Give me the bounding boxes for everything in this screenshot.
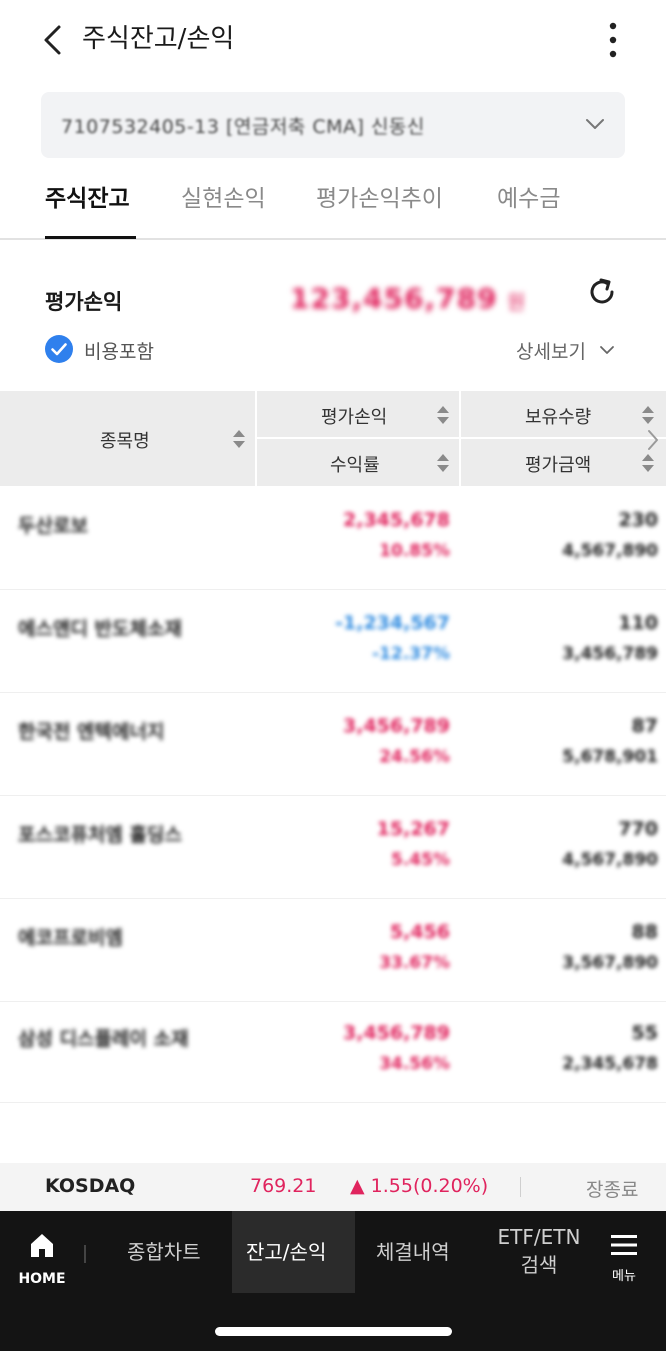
- home-icon: [31, 1234, 53, 1257]
- row-eval-amount: 3,456,789: [562, 644, 658, 664]
- chevron-down-icon: [586, 119, 604, 129]
- row-return-rate: 33.67%: [379, 953, 450, 973]
- table-row[interactable]: 두산로보 2,345,678 10.85% 230 4,567,890: [0, 487, 666, 590]
- col-eval-pl[interactable]: 평가손익: [321, 403, 387, 429]
- sort-icon[interactable]: [436, 404, 450, 426]
- nav-balance-pl[interactable]: 잔고/손익: [246, 1239, 326, 1265]
- back-arrow-icon[interactable]: [36, 22, 72, 58]
- table-header: 종목명 평가손익 수익률 보유수량 평가금액: [0, 391, 666, 486]
- sort-icon[interactable]: [436, 452, 450, 474]
- row-holding-qty: 230: [618, 509, 658, 531]
- nav-chart[interactable]: 종합차트: [127, 1239, 201, 1265]
- market-ticker[interactable]: KOSDAQ 769.21 ▲ 1.55(0.20%) 장종료: [0, 1163, 666, 1211]
- row-eval-pl: -1,234,567: [335, 612, 450, 634]
- tab-stock-balance[interactable]: 주식잔고: [45, 182, 130, 216]
- col-eval-amount[interactable]: 평가금액: [525, 451, 591, 477]
- sort-icon[interactable]: [641, 452, 655, 474]
- detail-view-link[interactable]: 상세보기: [516, 337, 586, 364]
- table-row[interactable]: 에스앤디 반도체소재 -1,234,567 -12.37% 110 3,456,…: [0, 590, 666, 693]
- nav-etf-line1: ETF/ETN: [497, 1225, 581, 1249]
- market-status: 장종료: [586, 1179, 639, 1201]
- app-header: 주식잔고/손익: [0, 0, 666, 80]
- sort-icon[interactable]: [232, 428, 246, 450]
- tab-realized-pl[interactable]: 실현손익: [181, 182, 266, 216]
- eval-pl-unit: 원: [507, 290, 526, 314]
- row-eval-pl: 2,345,678: [343, 509, 450, 531]
- nav-menu-label: 메뉴: [612, 1269, 636, 1284]
- row-eval-pl: 15,267: [376, 818, 450, 840]
- table-row[interactable]: 에코프로비엠 5,456 33.67% 88 3,567,890: [0, 899, 666, 1002]
- nav-executions[interactable]: 체결내역: [376, 1239, 450, 1265]
- row-holding-qty: 88: [631, 921, 658, 943]
- sort-icon[interactable]: [641, 404, 655, 426]
- table-row[interactable]: 포스코퓨처엠 홀딩스 15,267 5.45% 770 4,567,890: [0, 796, 666, 899]
- row-eval-pl: 5,456: [389, 921, 450, 943]
- row-return-rate: 10.85%: [379, 541, 450, 561]
- stock-name: 삼성 디스플레이 소재: [18, 1028, 189, 1050]
- active-tab-indicator: [45, 236, 136, 239]
- index-price: 769.21: [250, 1175, 317, 1197]
- stock-name: 에스앤디 반도체소재: [18, 618, 182, 640]
- nav-divider: [84, 1245, 86, 1263]
- tab-deposit[interactable]: 예수금: [497, 182, 560, 216]
- col-return-rate[interactable]: 수익률: [330, 451, 380, 477]
- stock-name: 에코프로비엠: [18, 927, 123, 949]
- more-options-icon[interactable]: [598, 20, 628, 60]
- eval-pl-value: 123,456,789: [290, 282, 498, 315]
- tab-pl-trend[interactable]: 평가손익추이: [316, 182, 443, 216]
- row-return-rate: 5.45%: [391, 850, 450, 870]
- row-eval-amount: 4,567,890: [562, 541, 658, 561]
- row-eval-pl: 3,456,789: [343, 715, 450, 737]
- chevron-down-icon: [600, 346, 614, 354]
- nav-menu-button[interactable]: 메뉴: [604, 1231, 644, 1287]
- col-holding-qty[interactable]: 보유수량: [525, 403, 591, 429]
- refresh-icon[interactable]: [586, 276, 618, 308]
- stock-name: 두산로보: [18, 515, 88, 537]
- row-holding-qty: 770: [618, 818, 658, 840]
- row-return-rate: 34.56%: [379, 1054, 450, 1074]
- account-select[interactable]: 7107532405-13 [연금저축 CMA] 신동신: [41, 92, 625, 158]
- home-indicator[interactable]: [215, 1327, 452, 1336]
- page-title: 주식잔고/손익: [82, 24, 235, 54]
- row-return-rate: -12.37%: [372, 644, 450, 664]
- row-return-rate: 24.56%: [379, 747, 450, 767]
- row-eval-amount: 2,345,678: [562, 1054, 658, 1074]
- stock-name: 포스코퓨처엠 홀딩스: [18, 824, 182, 846]
- hamburger-menu-icon: [611, 1235, 637, 1255]
- nav-etf-search[interactable]: ETF/ETN 검색: [492, 1223, 586, 1279]
- row-eval-amount: 5,678,901: [562, 747, 658, 767]
- nav-home-label: HOME: [18, 1271, 66, 1287]
- ticker-divider: [520, 1177, 521, 1197]
- index-change: ▲ 1.55(0.20%): [350, 1175, 489, 1197]
- include-cost-checkbox[interactable]: [44, 334, 74, 364]
- nav-etf-line2: 검색: [520, 1253, 558, 1277]
- index-name: KOSDAQ: [45, 1175, 136, 1197]
- col-stock-name[interactable]: 종목명: [100, 427, 150, 453]
- row-holding-qty: 55: [631, 1022, 658, 1044]
- include-cost-label[interactable]: 비용포함: [84, 337, 154, 364]
- row-eval-pl: 3,456,789: [343, 1022, 450, 1044]
- header-divider: [257, 437, 666, 439]
- stock-name: 한국전 엔텍에너지: [18, 721, 165, 743]
- eval-pl-label: 평가손익: [45, 290, 123, 314]
- row-holding-qty: 110: [618, 612, 658, 634]
- row-holding-qty: 87: [631, 715, 658, 737]
- row-eval-amount: 4,567,890: [562, 850, 658, 870]
- tab-bar: 주식잔고 실현손익 평가손익추이 예수금: [0, 168, 666, 240]
- table-row[interactable]: 삼성 디스플레이 소재 3,456,789 34.56% 55 2,345,67…: [0, 1000, 666, 1103]
- account-number: 7107532405-13 [연금저축 CMA] 신동신: [61, 116, 425, 138]
- nav-home-button[interactable]: HOME: [10, 1225, 74, 1295]
- chevron-right-icon[interactable]: [646, 428, 660, 452]
- row-eval-amount: 3,567,890: [562, 953, 658, 973]
- table-row[interactable]: 한국전 엔텍에너지 3,456,789 24.56% 87 5,678,901: [0, 693, 666, 796]
